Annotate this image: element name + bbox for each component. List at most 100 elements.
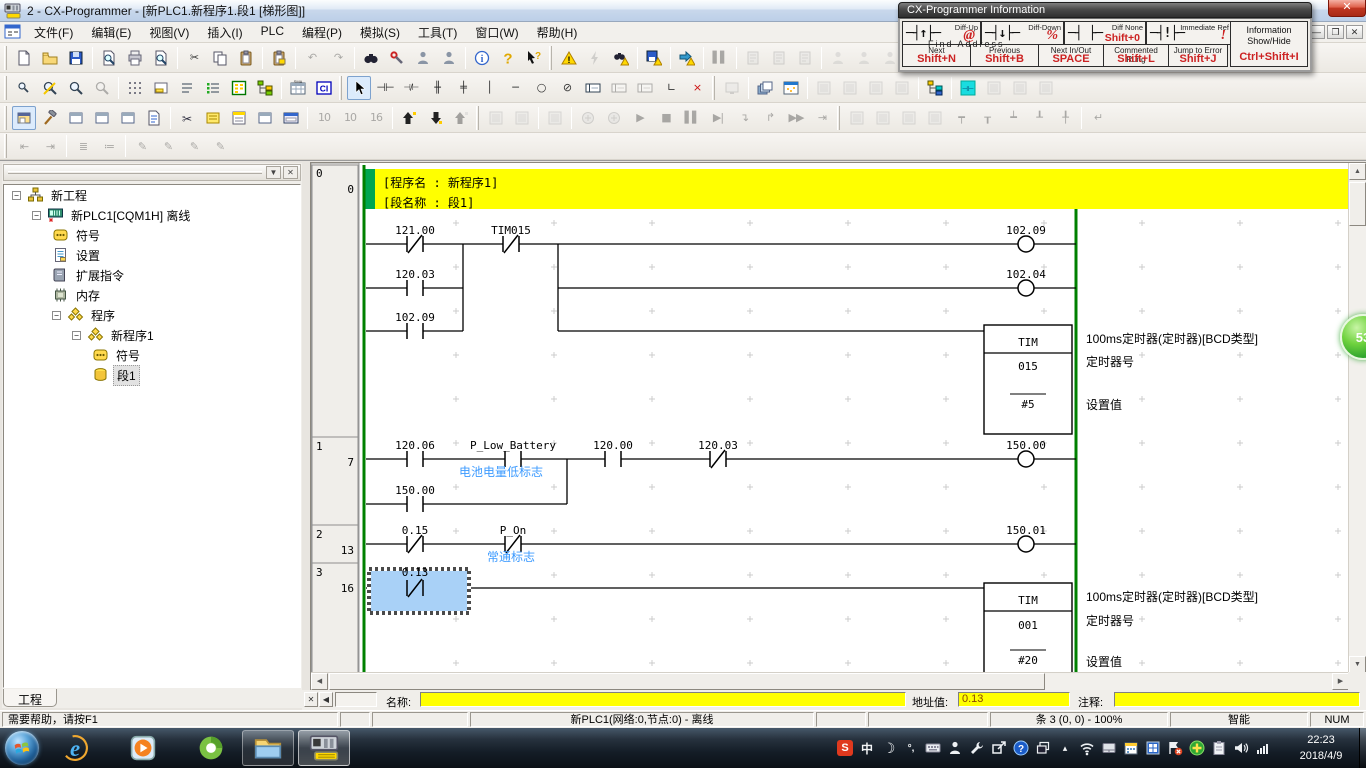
horizontal-scroll-thumb[interactable] [329,673,1045,690]
differential-monitor-button[interactable] [753,76,777,100]
vertical-scrollbar[interactable]: ▲ ▼ [1348,163,1366,673]
new-coil-button[interactable]: ○ [529,76,553,100]
tree-panel-grip[interactable] [8,171,262,174]
menu-simulation[interactable]: 模拟(S) [351,21,409,44]
toolbar-grip[interactable] [4,46,7,70]
fields-back-button[interactable]: ◀ [319,692,333,707]
tray-keyboard-icon[interactable] [924,739,942,757]
tree-expander[interactable]: − [72,331,81,340]
io-comment-window-button[interactable] [253,106,277,130]
tray-flag-icon[interactable] [1166,739,1184,757]
time-chart-button[interactable] [779,76,803,100]
menu-edit[interactable]: 编辑(E) [82,21,140,44]
tree-expander[interactable]: − [12,191,21,200]
menu-program[interactable]: 编程(P) [293,21,351,44]
select-tool-button[interactable] [347,76,371,100]
horizontal-wire-button[interactable]: ─ [503,76,527,100]
tray-network-icon[interactable] [1254,739,1272,757]
symbol-table-button[interactable]: SMA [286,76,310,100]
scroll-down-button[interactable]: ▼ [1349,656,1366,673]
tree-item-plc-settings[interactable]: 设置 [4,245,300,265]
paste-program-button[interactable] [267,46,291,70]
tray-system-icon[interactable] [1144,739,1162,757]
io-comment-button[interactable] [201,76,225,100]
watch-window-button[interactable] [64,106,88,130]
tree-item-program-symbols[interactable]: 符号 [4,345,300,365]
find-button[interactable] [359,46,383,70]
tray-shield-icon[interactable] [1188,739,1206,757]
copy-button[interactable] [208,46,232,70]
about-button[interactable]: i [470,46,494,70]
address-field[interactable]: 0.13 [958,692,1070,707]
tray-wifi-icon[interactable] [1078,739,1096,757]
menu-file[interactable]: 文件(F) [25,21,82,44]
taskbar-clock[interactable]: 22:23 2018/4/9 [1286,732,1356,764]
menu-insert[interactable]: 插入(I) [198,21,251,44]
mdi-close-button[interactable]: ✕ [1346,25,1363,39]
line-delete-button[interactable]: × [685,76,709,100]
show-desktop-button[interactable] [1359,728,1366,768]
tray-clipboard-icon[interactable] [1210,739,1228,757]
new-file-button[interactable] [12,46,36,70]
new-coil-nc-button[interactable]: ⊘ [555,76,579,100]
tim-001-instruction[interactable]: TIM 001 #20 [984,583,1072,673]
show-annotations-button[interactable] [175,76,199,100]
zoom-in-button[interactable] [64,76,88,100]
menu-window[interactable]: 窗口(W) [466,21,527,44]
tree-item-new-project[interactable]: −新工程 [4,185,300,205]
save-check-button[interactable] [642,46,666,70]
find-address-button[interactable] [437,46,461,70]
new-instruction-button[interactable] [581,76,605,100]
tray-restore-icon[interactable] [1034,739,1052,757]
comment-field[interactable] [1114,692,1360,707]
taskbar-browser-360[interactable] [192,730,230,766]
zoom-tool-button[interactable] [12,76,36,100]
vertical-scroll-thumb[interactable] [1349,182,1366,226]
name-field[interactable] [420,692,906,707]
new-contact-nc-button[interactable]: ⊣/⊢ [399,76,423,100]
tray-touchpad-icon[interactable] [1100,739,1118,757]
address-ref-window-button[interactable] [116,106,140,130]
toolbar-grip[interactable] [476,106,479,130]
new-contact-button[interactable]: ⊣⊢ [373,76,397,100]
tree-close-button[interactable]: ✕ [283,166,298,179]
section-manager-button[interactable] [227,106,251,130]
tree-item-expansion-instructions[interactable]: 扩展指令 [4,265,300,285]
save-button[interactable] [64,46,88,70]
toolbar-grip[interactable] [4,76,7,100]
zoom-fit-button[interactable] [38,76,62,100]
transfer-check-button[interactable] [675,46,699,70]
cross-ref-window-button[interactable] [90,106,114,130]
memory-window-button[interactable] [279,106,303,130]
cross-reference-button[interactable]: ✂ [175,106,199,130]
section-down-button[interactable] [423,106,447,130]
taskbar-media-player[interactable] [124,730,162,766]
menu-tools[interactable]: 工具(T) [409,21,466,44]
show-grid-button[interactable] [123,76,147,100]
print-button[interactable] [123,46,147,70]
section-up-button[interactable] [397,106,421,130]
mnemonic-view-button[interactable] [253,76,277,100]
scroll-left-button[interactable]: ◀ [311,673,328,690]
tree-item-new-program-1[interactable]: −新程序1 [4,325,300,345]
tree-item-plc-symbols[interactable]: 符号 [4,225,300,245]
menu-plc[interactable]: PLC [252,21,293,44]
tree-expander[interactable]: − [32,211,41,220]
properties-button[interactable] [142,106,166,130]
horizontal-scrollbar[interactable]: ◀ ▶ [311,672,1349,690]
tray-volume-icon[interactable] [1232,739,1250,757]
tray-degree-icon[interactable]: °, [902,739,920,757]
new-or-contact-button[interactable]: ╫ [425,76,449,100]
vertical-wire-button[interactable]: │ [477,76,501,100]
close-button[interactable]: ✕ [1328,0,1366,17]
tray-schedule-icon[interactable] [1122,739,1140,757]
menu-view[interactable]: 视图(V) [140,21,198,44]
print-preview-button[interactable] [149,46,173,70]
tree-item-plc-device[interactable]: −新PLC1[CQM1H] 离线 [4,205,300,225]
find-symbol-button[interactable] [411,46,435,70]
comment-list-button[interactable] [201,106,225,130]
tree-item-programs[interactable]: −程序 [4,305,300,325]
find-report-button[interactable] [609,46,633,70]
tree-expander[interactable]: − [52,311,61,320]
context-help-button[interactable]: ? [522,46,546,70]
